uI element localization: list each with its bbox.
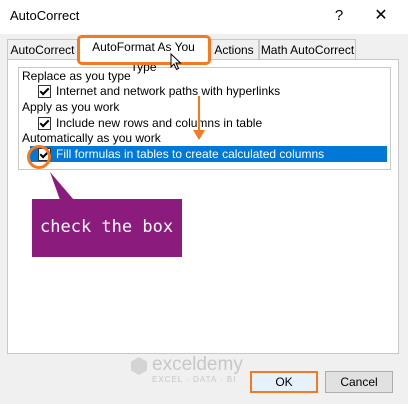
tab-highlight-outline <box>77 35 211 65</box>
watermark-tagline: EXCEL · DATA · BI <box>152 375 237 384</box>
close-icon[interactable]: ✕ <box>370 4 392 28</box>
section-heading-replace: Replace as you type <box>22 69 131 83</box>
section-heading-apply: Apply as you work <box>22 100 120 114</box>
tab-autocorrect[interactable]: AutoCorrect <box>7 39 78 59</box>
ok-button[interactable]: OK <box>250 371 318 393</box>
mouse-cursor-icon <box>170 53 182 71</box>
exceldemy-watermark: exceldemy EXCEL · DATA · BI <box>130 355 243 384</box>
title-bar: AutoCorrect ? ✕ <box>0 0 408 34</box>
exceldemy-logo-icon <box>131 357 147 375</box>
arrow-down-icon <box>193 130 205 140</box>
watermark-name: exceldemy <box>152 354 243 375</box>
checkbox-checked-icon[interactable] <box>38 116 51 130</box>
option-hyperlinks[interactable]: Internet and network paths with hyperlin… <box>38 83 280 99</box>
checkbox-checked-icon[interactable] <box>38 84 51 98</box>
window-title: AutoCorrect <box>10 8 80 23</box>
arrow-line <box>198 96 200 132</box>
tab-math-autocorrect[interactable]: Math AutoCorrect <box>259 39 356 59</box>
annotation-text: check the box <box>40 217 174 237</box>
help-icon[interactable]: ? <box>328 4 350 28</box>
checkbox-highlight-circle <box>27 145 51 169</box>
section-heading-automatic: Automatically as you work <box>22 131 161 145</box>
option-label: Internet and network paths with hyperlin… <box>56 84 281 98</box>
cancel-button[interactable]: Cancel <box>325 371 393 393</box>
callout-pointer <box>50 172 74 200</box>
option-label: Include new rows and columns in table <box>56 116 263 130</box>
option-fill-formulas[interactable]: Fill formulas in tables to create calcul… <box>30 146 387 162</box>
option-include-rows-columns[interactable]: Include new rows and columns in table <box>38 115 262 131</box>
option-label: Fill formulas in tables to create calcul… <box>56 147 325 161</box>
tab-actions[interactable]: Actions <box>209 39 259 59</box>
